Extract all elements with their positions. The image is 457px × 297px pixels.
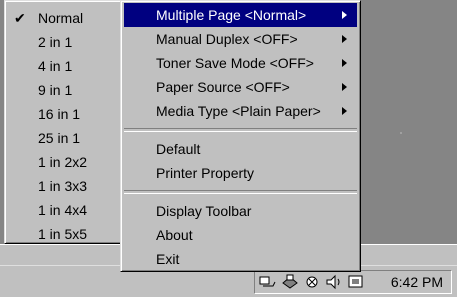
submenu-item-25in1[interactable]: 25 in 1: [5, 126, 121, 150]
menu-item-label: Display Toolbar: [156, 203, 252, 219]
security-icon[interactable]: [303, 274, 321, 290]
menu-item-manual-duplex[interactable]: Manual Duplex <OFF>: [124, 27, 357, 51]
submenu-item-label: 1 in 5x5: [38, 226, 88, 242]
printer-context-menu: Multiple Page <Normal> Manual Duplex <OF…: [120, 0, 361, 272]
submenu-item-label: 1 in 4x4: [38, 202, 88, 218]
menu-item-exit[interactable]: Exit: [124, 247, 357, 271]
submenu-item-label: 16 in 1: [38, 106, 81, 122]
menu-item-label: Printer Property: [156, 165, 255, 181]
submenu-item-normal[interactable]: ✔ Normal: [5, 6, 121, 30]
submenu-item-1in3x3[interactable]: 1 in 3x3: [5, 174, 121, 198]
submenu-item-4in1[interactable]: 4 in 1: [5, 54, 121, 78]
taskbar-clock[interactable]: 6:42 PM: [391, 274, 443, 290]
menu-item-label: Exit: [156, 251, 180, 267]
menu-item-default[interactable]: Default: [124, 137, 357, 161]
multiple-page-submenu: ✔ Normal 2 in 1 4 in 1 9 in 1 16 in 1 25…: [4, 0, 122, 244]
submenu-item-label: 9 in 1: [38, 82, 73, 98]
submenu-item-label: 25 in 1: [38, 130, 81, 146]
printer-monitor-icon[interactable]: [347, 274, 365, 290]
menu-item-label: Toner Save Mode <OFF>: [156, 55, 314, 71]
menu-item-label: About: [156, 227, 193, 243]
checkmark-icon: ✔: [14, 10, 26, 26]
menu-item-paper-source[interactable]: Paper Source <OFF>: [124, 75, 357, 99]
printer-icon[interactable]: [281, 274, 299, 290]
submenu-item-16in1[interactable]: 16 in 1: [5, 102, 121, 126]
submenu-item-label: Normal: [38, 10, 84, 26]
submenu-item-label: 1 in 3x3: [38, 178, 88, 194]
submenu-item-1in4x4[interactable]: 1 in 4x4: [5, 198, 121, 222]
menu-item-multiple-page[interactable]: Multiple Page <Normal>: [124, 3, 357, 27]
submenu-arrow-icon: [342, 11, 347, 19]
submenu-item-9in1[interactable]: 9 in 1: [5, 78, 121, 102]
volume-icon[interactable]: [325, 274, 343, 290]
menu-item-label: Default: [156, 141, 201, 157]
submenu-arrow-icon: [342, 59, 347, 67]
menu-separator: [124, 128, 357, 132]
menu-item-printer-property[interactable]: Printer Property: [124, 161, 357, 185]
submenu-arrow-icon: [342, 83, 347, 91]
submenu-item-2in1[interactable]: 2 in 1: [5, 30, 121, 54]
submenu-item-label: 1 in 2x2: [38, 154, 88, 170]
submenu-arrow-icon: [342, 35, 347, 43]
menu-separator: [124, 190, 357, 194]
menu-item-label: Paper Source <OFF>: [156, 79, 290, 95]
menu-item-toner-save[interactable]: Toner Save Mode <OFF>: [124, 51, 357, 75]
menu-item-label: Media Type <Plain Paper>: [156, 103, 321, 119]
desktop-speck: [400, 132, 402, 134]
menu-item-label: Multiple Page <Normal>: [156, 7, 307, 23]
menu-item-media-type[interactable]: Media Type <Plain Paper>: [124, 99, 357, 123]
submenu-arrow-icon: [342, 107, 347, 115]
menu-item-display-toolbar[interactable]: Display Toolbar: [124, 199, 357, 223]
menu-item-about[interactable]: About: [124, 223, 357, 247]
menu-item-label: Manual Duplex <OFF>: [156, 31, 298, 47]
submenu-item-1in2x2[interactable]: 1 in 2x2: [5, 150, 121, 174]
submenu-item-label: 4 in 1: [38, 58, 73, 74]
submenu-item-label: 2 in 1: [38, 34, 73, 50]
submenu-item-1in5x5[interactable]: 1 in 5x5: [5, 222, 121, 246]
network-icon[interactable]: [259, 274, 277, 290]
system-tray: 6:42 PM: [254, 270, 452, 294]
